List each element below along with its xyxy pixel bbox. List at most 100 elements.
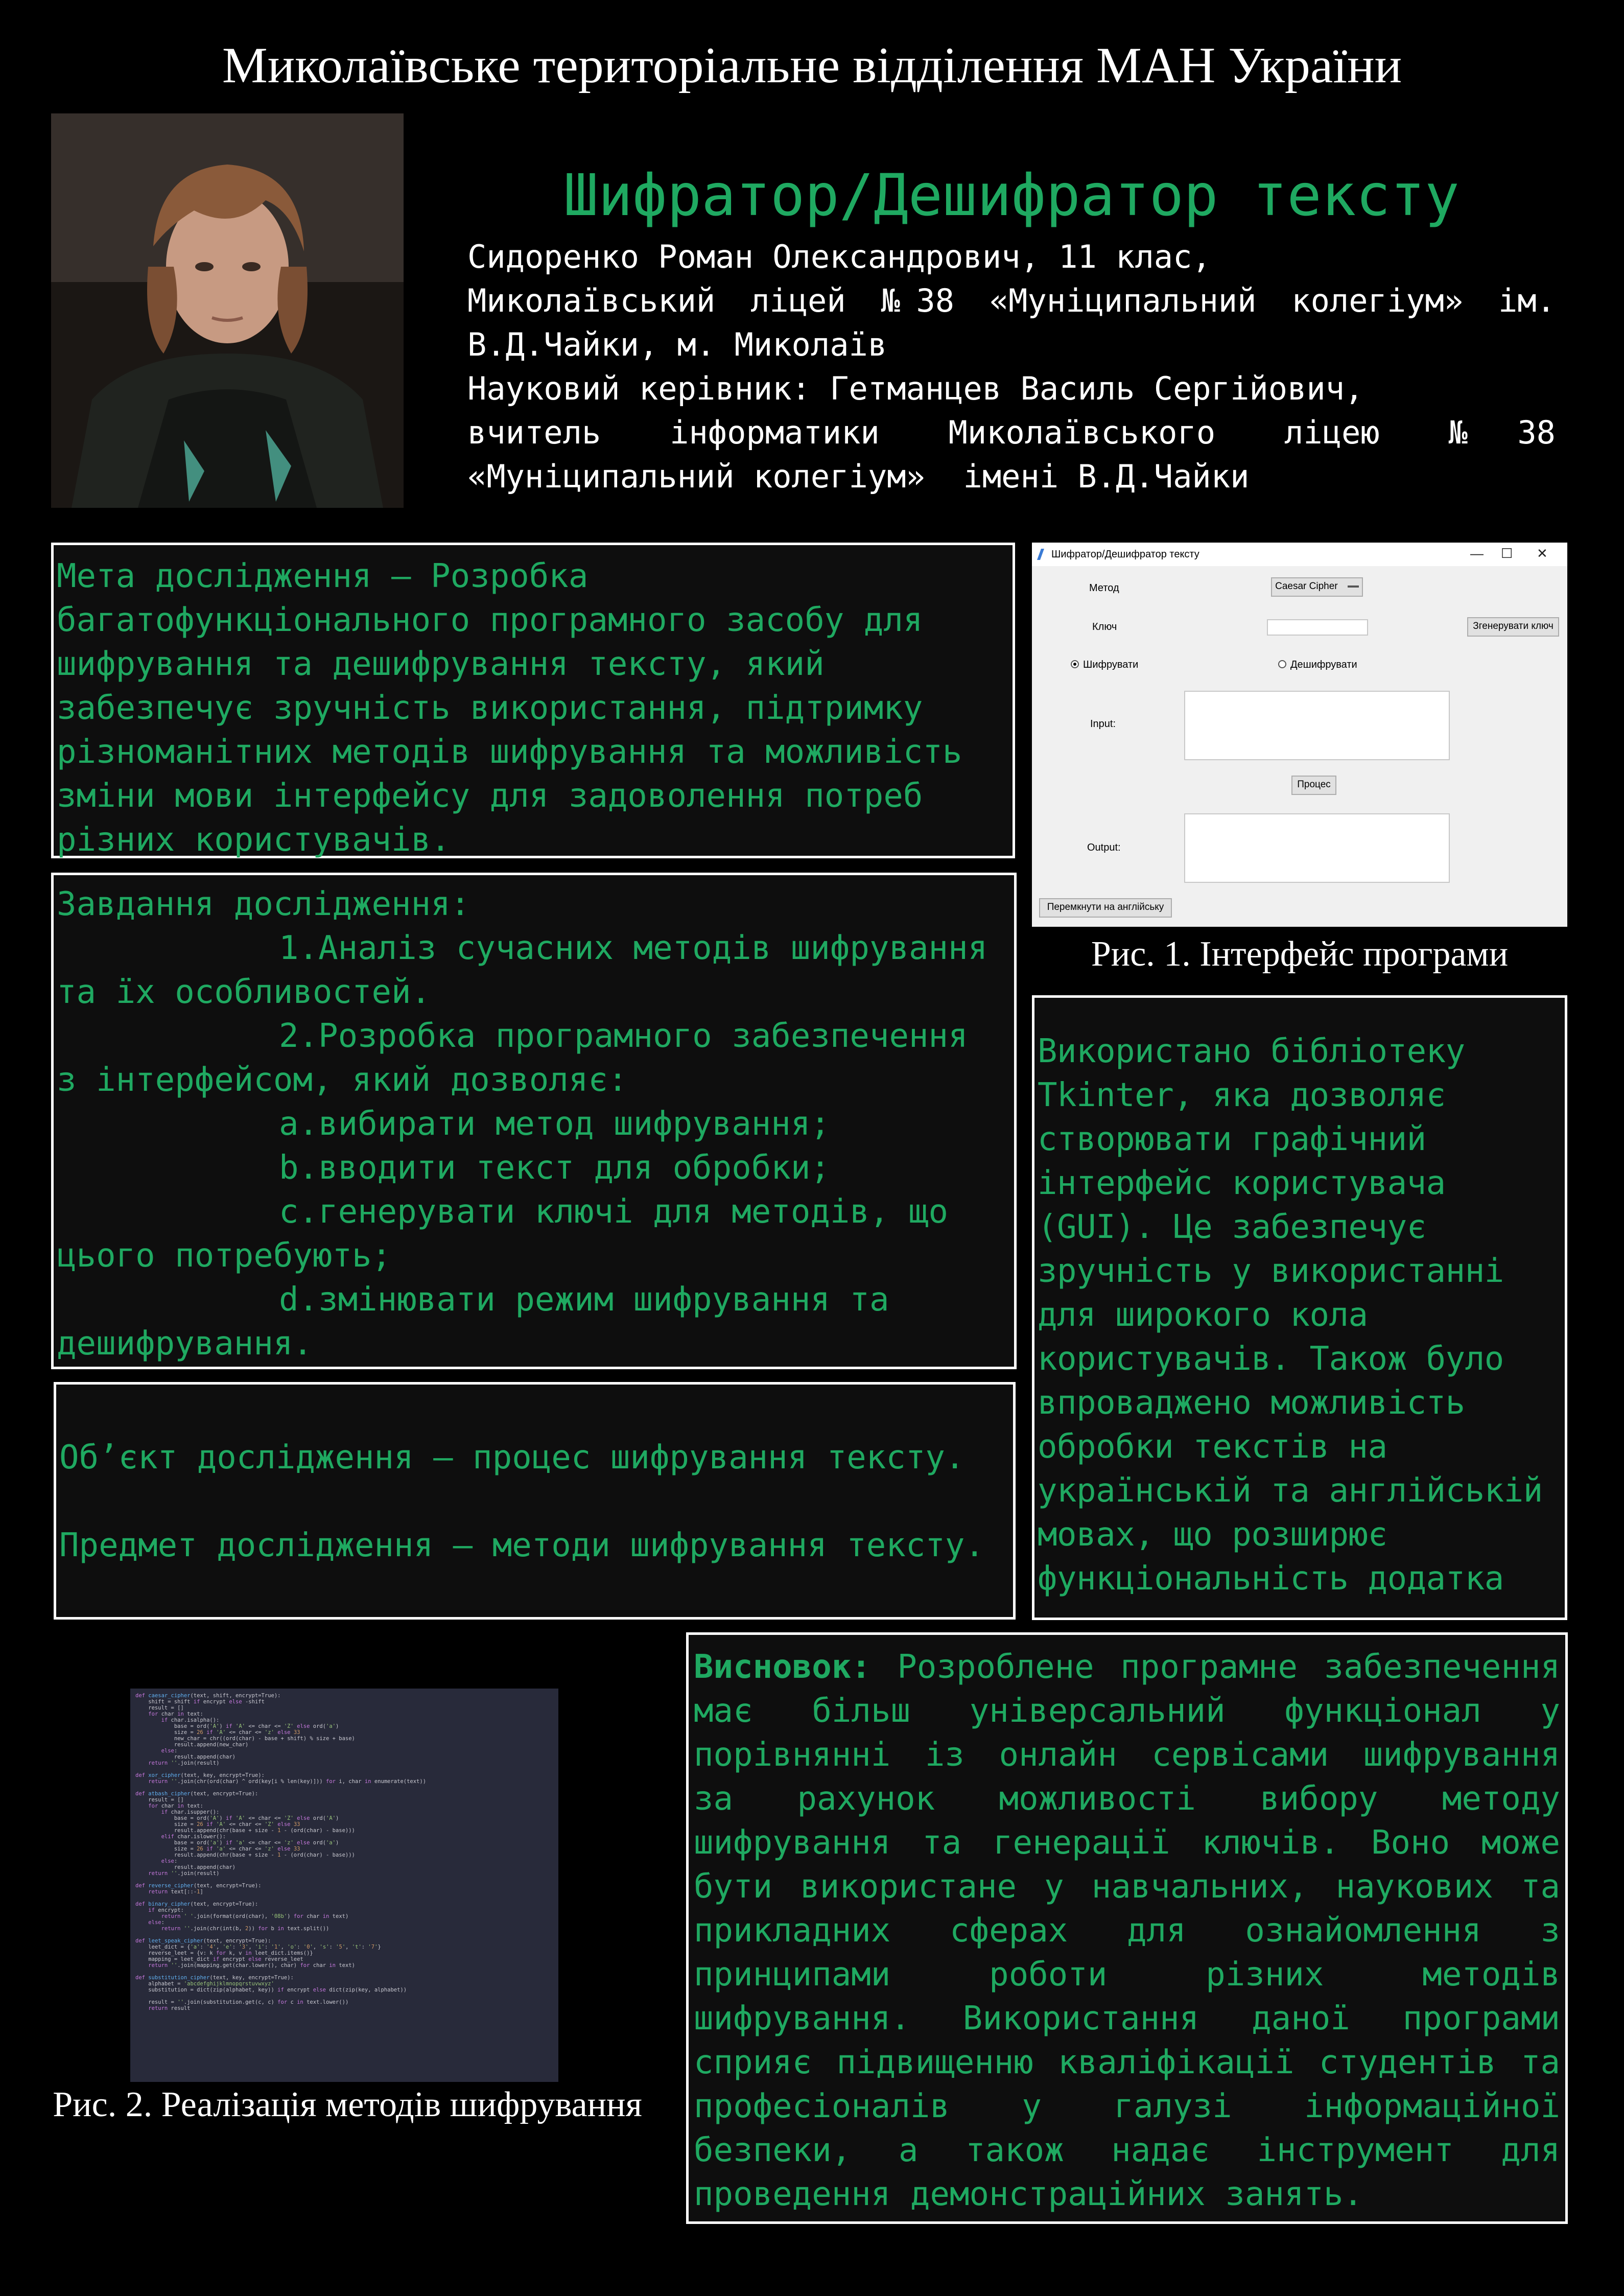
header-title: Миколаївське територіальне відділення МА… xyxy=(222,37,1402,93)
aim-line: різних користувачів. xyxy=(57,821,451,859)
conclusion-line: сприяє підвищенню кваліфікації студентів… xyxy=(694,2044,1560,2081)
close-icon[interactable]: ✕ xyxy=(1537,546,1548,561)
conclusion-line: шифрування та генерації ключів. Воно мож… xyxy=(694,1824,1560,1862)
decrypt-radio[interactable] xyxy=(1278,660,1286,668)
minimize-icon[interactable]: — xyxy=(1470,546,1484,561)
input-label: Input: xyxy=(1090,718,1116,730)
app-screenshot: Шифратор/Дешифратор тексту — ☐ ✕ Метод C… xyxy=(1032,543,1567,927)
aim-line: зміни мови інтерфейсу для задоволення по… xyxy=(57,777,923,815)
app-titlebar: Шифратор/Дешифратор тексту — ☐ ✕ xyxy=(1032,543,1567,566)
output-textarea[interactable] xyxy=(1184,813,1450,883)
conclusion-first-text: Розроблене програмне забезпечення xyxy=(870,1648,1560,1686)
code-line: def binary_cipher(text, encrypt=True): xyxy=(135,1901,258,1907)
switch-language-button[interactable]: Перемкнути на англійську xyxy=(1039,898,1172,918)
generate-key-button[interactable]: Згенерувати ключ xyxy=(1467,617,1559,637)
aim-line: забезпечує зручність використання, підтр… xyxy=(57,689,923,727)
tk-feather-icon xyxy=(1037,549,1045,560)
code-line: return ''.join(mapping.get(char.lower(),… xyxy=(148,1962,355,1969)
task-subitem: a.вибирати метод шифрування; xyxy=(279,1105,830,1143)
task-subitem: b.вводити текст для обробки; xyxy=(279,1149,830,1187)
tkinter-line: Tkinter, яка дозволяє xyxy=(1038,1076,1446,1114)
code-line: reverse_leet = {v: k for k, v in leet_di… xyxy=(135,1950,313,1956)
task-subitem: d.змінювати режим шифрування та xyxy=(279,1281,889,1319)
code-line: leet_dict = {'a': '4', 'e': '3', 'i': '1… xyxy=(135,1944,381,1950)
conclusion-line: за рахунок можливості вибору методу xyxy=(694,1780,1560,1818)
tkinter-line: створювати графічний xyxy=(1038,1120,1426,1158)
input-textarea[interactable] xyxy=(1184,691,1450,760)
task-item: з інтерфейсом, який дозволяє: xyxy=(57,1061,628,1099)
task-item: 2.Розробка програмного забезпечення xyxy=(279,1017,968,1055)
process-button[interactable]: Процес xyxy=(1291,776,1336,795)
code-line: base = ord('a') if 'a' <= char <= 'z' el… xyxy=(135,1840,339,1846)
aim-box: Мета дослідження – Розробка багатофункці… xyxy=(51,543,1015,859)
author-line: Сидоренко Роман Олександрович, 11 клас, xyxy=(467,238,1211,275)
tkinter-line: (GUI). Це забезпечує xyxy=(1038,1208,1426,1246)
code-line: return ''.join(chr(ord(char) ^ ord(key[i… xyxy=(148,1778,427,1785)
conclusion-line: проведення демонстраційних занять. xyxy=(694,2175,1363,2213)
code-line: mapping = leet_dict if encrypt else reve… xyxy=(135,1956,303,1962)
code-line: return text[::-1] xyxy=(148,1889,203,1895)
dropdown-icon xyxy=(1347,585,1359,588)
author-line: вчитель інформатики Миколаївського ліцею… xyxy=(467,414,1556,451)
code-line: size = 26 if 'A' <= char <= 'Z' else 33 xyxy=(135,1821,300,1828)
task-subitem: дешифрування. xyxy=(57,1325,313,1363)
code-line: result = [] xyxy=(135,1705,184,1711)
conclusion-line: принципами роботи різних методів xyxy=(694,1956,1560,1994)
tkinter-line: мовах, що розширює xyxy=(1038,1516,1387,1554)
figure-2-caption: Рис. 2. Реалізація методів шифрування xyxy=(53,2085,642,2124)
conclusion-line: бути використане у навчальних, наукових … xyxy=(694,1868,1560,1906)
aim-line: різноманітних методів шифрування та можл… xyxy=(57,733,962,771)
code-line: else: xyxy=(148,1919,164,1926)
code-line: result.append(char) xyxy=(135,1754,236,1760)
code-line: result.append(chr(base + size - 1 - (ord… xyxy=(135,1828,355,1834)
aim-line: шифрування та дешифрування тексту, який xyxy=(57,645,825,683)
conclusion-line: професіоналів у галузі інформаційної xyxy=(694,2088,1560,2125)
code-line: size = 26 if 'a' <= char <= 'z' else 33 xyxy=(135,1846,300,1852)
key-label: Ключ xyxy=(1092,621,1117,632)
task-item: 1.Аналіз сучасних методів шифрування xyxy=(279,929,988,967)
tkinter-line: обробки текстів на xyxy=(1038,1428,1387,1466)
code-line: for char in text: xyxy=(148,1803,203,1809)
key-input[interactable] xyxy=(1267,619,1368,636)
conclusion-box: Висновок: Розроблене програмне забезпече… xyxy=(686,1632,1568,2224)
code-line: size = 26 if 'A' <= char <= 'z' else 33 xyxy=(135,1729,300,1736)
conclusion-line: шифрування. Використання даної програми xyxy=(694,2000,1560,2037)
object-subject-box: Об’єкт дослідження – процес шифрування т… xyxy=(54,1382,1016,1620)
author-line: Науковий керівник: Гетманцев Василь Серг… xyxy=(467,370,1364,407)
main-title: Шифратор/Дешифратор тексту xyxy=(563,162,1460,229)
conclusion-line: порівнянні із онлайн сервісами шифруванн… xyxy=(694,1736,1560,1774)
author-line: В.Д.Чайки, м. Миколаїв xyxy=(467,326,887,363)
code-screenshot: def caesar_cipher(text, shift, encrypt=T… xyxy=(130,1689,558,2082)
author-line: «Муніципальний колегіум» імені В.Д.Чайки xyxy=(467,458,1250,495)
encrypt-radio-label: Шифрувати xyxy=(1083,659,1139,670)
code-line: return ''.join(result) xyxy=(148,1870,220,1877)
task-subitem: цього потребують; xyxy=(57,1237,392,1275)
code-line: result = ''.join(substitution.get(c, c) … xyxy=(135,1999,349,2005)
tkinter-line: впроваджено можливість xyxy=(1038,1384,1465,1422)
method-select[interactable]: Caesar Cipher xyxy=(1271,577,1363,597)
maximize-icon[interactable]: ☐ xyxy=(1501,546,1513,561)
author-info: Сидоренко Роман Олександрович, 11 клас, … xyxy=(467,235,1556,499)
encrypt-radio[interactable] xyxy=(1071,660,1079,668)
tkinter-line: функціональність додатка xyxy=(1038,1560,1504,1598)
method-label: Метод xyxy=(1089,582,1119,594)
research-subject: Предмет дослідження – методи шифрування … xyxy=(59,1527,984,1564)
code-line: def atbash_cipher(text, encrypt=True): xyxy=(135,1791,258,1797)
code-line: return ' '.join(format(ord(char), '08b')… xyxy=(161,1913,349,1919)
figure-1-caption: Рис. 1. Інтерфейс програми xyxy=(1091,934,1509,974)
code-line: base = ord('A') if 'A' <= char <= 'Z' el… xyxy=(135,1723,339,1729)
tkinter-line: для широкого кола xyxy=(1038,1296,1368,1334)
tasks-heading: Завдання дослідження: xyxy=(57,885,470,923)
code-line: substitution = dict(zip(alphabet, key)) … xyxy=(135,1987,407,1993)
code-line: result.append(new_char) xyxy=(135,1742,249,1748)
code-line: return ''.join(result) xyxy=(148,1760,220,1766)
code-line: result.append(char) xyxy=(135,1864,236,1870)
code-line: result = [] xyxy=(135,1797,184,1803)
tkinter-line: Використано бібліотеку xyxy=(1038,1033,1465,1070)
